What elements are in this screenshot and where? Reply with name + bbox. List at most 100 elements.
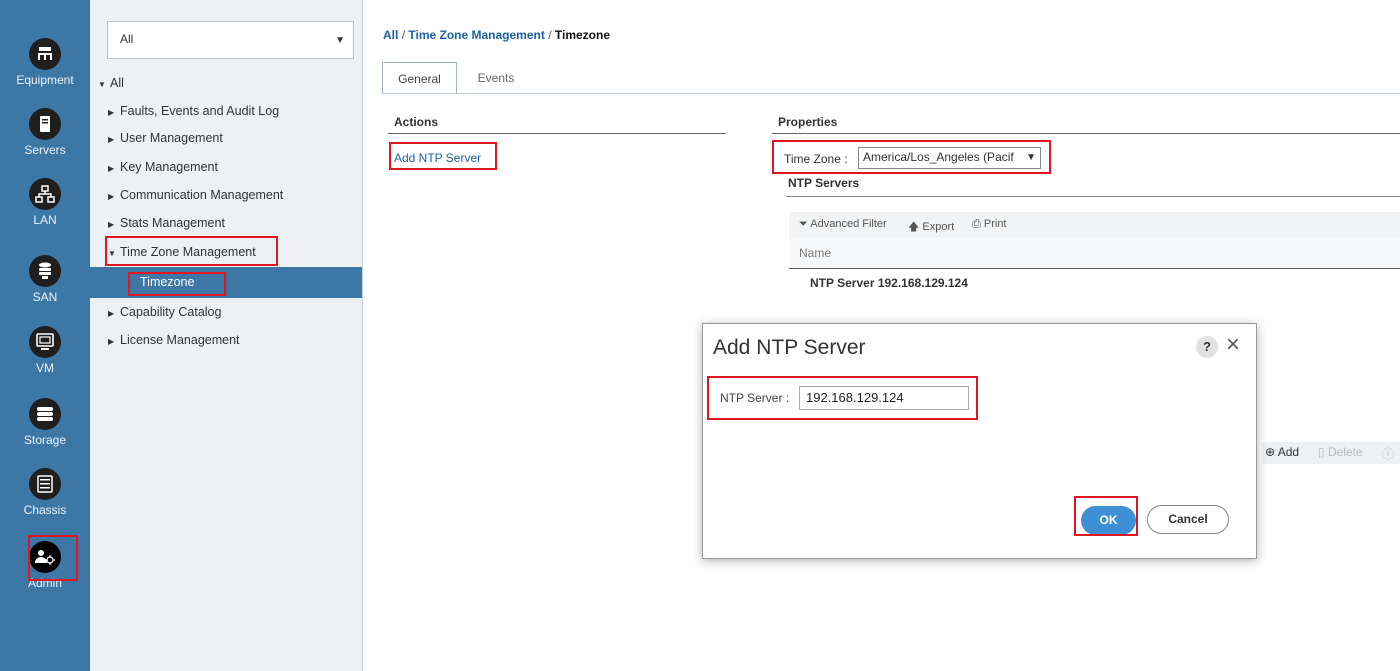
export-label: Export [922, 221, 955, 233]
tree-item-capability-catalog[interactable]: ▶ Capability Catalog [90, 298, 380, 326]
rail-label-lan: LAN [33, 213, 57, 227]
table-row[interactable]: NTP Server 192.168.129.124 [810, 276, 968, 290]
servers-icon [29, 108, 61, 140]
column-name[interactable]: Name [799, 246, 831, 260]
tree-filter-select[interactable]: All ▼ [107, 21, 354, 59]
rail-label-servers: Servers [24, 143, 66, 157]
chassis-icon [29, 468, 61, 500]
rail-san[interactable]: SAN [0, 255, 90, 304]
advanced-filter-button[interactable]: ⏷ Advanced Filter [799, 218, 887, 231]
tree-item-label: Faults, Events and Audit Log [120, 104, 280, 118]
export-icon: 🡅 [908, 221, 920, 233]
plus-circle-icon: ⊕ [1265, 445, 1276, 459]
tree-item-label: Stats Management [120, 216, 225, 230]
tree-item-faults[interactable]: ▶ Faults, Events and Audit Log [90, 97, 380, 125]
tree-item-label: Capability Catalog [120, 305, 222, 319]
add-ntp-server-dialog: Add NTP Server ? × NTP Server : 192.168.… [702, 323, 1257, 559]
add-button[interactable]: ⊕ Add [1265, 445, 1299, 459]
caret-down-icon: ▼ [108, 249, 116, 258]
rail-label-vm: VM [36, 361, 54, 375]
help-icon[interactable]: ? [1196, 336, 1218, 358]
ntp-toolbar: ⏷ Advanced Filter 🡅 Export ⎙ Print [789, 212, 1400, 238]
chevron-down-icon: ▼ [1026, 152, 1036, 163]
ntp-server-label: NTP Server : [720, 391, 790, 405]
rail-label-chassis: Chassis [23, 503, 67, 517]
time-zone-label: Time Zone : [784, 152, 848, 166]
ntp-footer-toolbar: ⊕ Add ▯ Delete ⓘ [1262, 442, 1400, 464]
advanced-filter-label: Advanced Filter [810, 218, 887, 230]
caret-right-icon: ▶ [108, 309, 115, 318]
breadcrumb-separator: / [401, 28, 406, 42]
time-zone-select[interactable]: America/Los_Angeles (Pacif ▼ [858, 147, 1041, 169]
rail-vm[interactable]: VM [0, 326, 90, 375]
tree-filter-value: All [120, 32, 134, 46]
caret-right-icon: ▶ [108, 108, 115, 117]
ntp-table-header: Name [789, 238, 1400, 269]
delete-button[interactable]: ▯ Delete [1318, 445, 1363, 459]
caret-down-icon: ▼ [98, 80, 106, 89]
tree-item-key-management[interactable]: ▶ Key Management [90, 153, 380, 181]
rail-label-storage: Storage [23, 433, 67, 447]
vm-icon [29, 326, 61, 358]
caret-right-icon: ▶ [108, 337, 115, 346]
breadcrumb: All / Time Zone Management / Timezone [383, 28, 610, 42]
tree-item-label: Time Zone Management [120, 245, 256, 259]
cancel-button[interactable]: Cancel [1147, 505, 1229, 534]
rail-label-equipment: Equipment [16, 73, 74, 87]
add-label: Add [1277, 445, 1300, 459]
ok-button[interactable]: OK [1081, 506, 1136, 535]
breadcrumb-timezone: Timezone [554, 28, 611, 42]
caret-right-icon: ▶ [108, 164, 115, 173]
tree-item-communication-management[interactable]: ▶ Communication Management [90, 181, 380, 209]
admin-icon [29, 541, 61, 573]
rail-equipment[interactable]: Equipment [0, 38, 90, 87]
breadcrumb-all[interactable]: All [383, 28, 398, 42]
storage-icon [29, 398, 61, 430]
time-zone-value: America/Los_Angeles (Pacif [863, 150, 1014, 164]
rail-label-san: SAN [32, 290, 58, 304]
tab-general[interactable]: General [382, 62, 457, 94]
caret-right-icon: ▶ [108, 135, 115, 144]
rail-servers[interactable]: Servers [0, 108, 90, 157]
tree-item-label: User Management [120, 131, 223, 145]
actions-divider [388, 133, 726, 134]
add-ntp-server-link[interactable]: Add NTP Server [394, 151, 481, 165]
rail-chassis[interactable]: Chassis [0, 468, 90, 517]
tree-item-user-management[interactable]: ▶ User Management [90, 124, 380, 152]
breadcrumb-time-zone-management[interactable]: Time Zone Management [408, 28, 544, 42]
tree-item-label: Timezone [140, 275, 195, 289]
tree-item-label: Key Management [120, 160, 218, 174]
tree-item-label: License Management [120, 333, 240, 347]
tree-item-label: Communication Management [120, 188, 284, 202]
ntp-server-input[interactable]: 192.168.129.124 [799, 386, 969, 410]
ntp-divider [786, 196, 1400, 197]
rail-admin[interactable]: Admin [0, 541, 90, 590]
equipment-icon [29, 38, 61, 70]
tree-item-timezone[interactable]: Timezone [90, 267, 362, 298]
ntp-servers-heading: NTP Servers [788, 176, 860, 190]
caret-right-icon: ▶ [108, 220, 115, 229]
print-button[interactable]: ⎙ Print [972, 218, 1007, 231]
rail-storage[interactable]: Storage [0, 398, 90, 447]
dialog-title: Add NTP Server [713, 336, 866, 359]
close-icon[interactable]: × [1226, 332, 1240, 358]
breadcrumb-separator: / [548, 28, 552, 42]
tab-events[interactable]: Events [466, 62, 526, 94]
print-label: Print [983, 218, 1007, 230]
left-nav-rail: Equipment Servers LAN SAN VM Storage Cha… [0, 0, 90, 671]
tree-item-license-management[interactable]: ▶ License Management [90, 326, 380, 354]
info-icon[interactable]: ⓘ [1382, 445, 1394, 462]
tree-item-time-zone-management[interactable]: ▼ Time Zone Management [90, 238, 380, 266]
rail-label-admin: Admin [27, 576, 62, 590]
caret-right-icon: ▶ [108, 192, 115, 201]
properties-divider [772, 133, 1400, 134]
properties-heading: Properties [778, 115, 838, 129]
delete-label: Delete [1327, 445, 1363, 459]
rail-lan[interactable]: LAN [0, 178, 90, 227]
tree-root-all[interactable]: ▼ All [90, 69, 370, 97]
filter-icon: ⏷ [799, 218, 808, 230]
export-button[interactable]: 🡅 Export [908, 218, 954, 237]
chevron-down-icon: ▼ [335, 35, 345, 46]
actions-heading: Actions [394, 115, 439, 129]
tree-item-stats-management[interactable]: ▶ Stats Management [90, 209, 380, 237]
